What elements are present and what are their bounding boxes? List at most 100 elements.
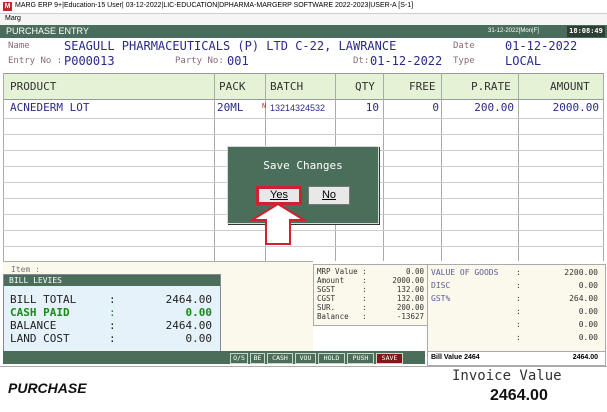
row-batch: 13214324532 <box>270 103 326 113</box>
party-no-label: Party No: <box>175 56 224 66</box>
mrp-balance-value: -13627 <box>396 312 424 321</box>
disc-label: DISC <box>431 281 451 290</box>
dt-field[interactable]: 01-12-2022 <box>370 54 442 68</box>
colon: : <box>516 268 521 277</box>
cgst-label: CGST : <box>317 294 367 303</box>
summary-panel: VALUE OF GOODS : 2200.00 DISC : 0.00 GST… <box>427 264 606 352</box>
bill-value-amount: 2464.00 <box>572 354 598 361</box>
vou-button[interactable]: VOU <box>295 353 316 364</box>
colon: : <box>109 293 116 306</box>
sur-value: 200.00 <box>396 303 424 312</box>
name-label: Name <box>8 41 30 51</box>
amount-value: 2000.00 <box>392 276 424 285</box>
bill-value-label: Bill Value 2464 <box>431 354 480 361</box>
mrp-balance-label: Balance : <box>317 312 367 321</box>
entry-no-label: Entry No : <box>8 56 63 66</box>
colon: : <box>109 319 116 332</box>
gst-label: GST% <box>431 294 451 303</box>
col-batch: BATCH <box>270 80 304 93</box>
col-pack: PACK <box>219 80 246 93</box>
type-field[interactable]: LOCAL <box>505 54 541 68</box>
colon: : <box>516 333 521 342</box>
window-title: MARG ERP 9+|Education-15 User| 03-12-202… <box>15 2 414 9</box>
action-toolbar: O/S BE CASH VOU HOLD PUSH SAVE <box>3 351 425 364</box>
entry-no-field[interactable]: P000013 <box>64 54 115 68</box>
app-logo: M <box>3 2 12 11</box>
disc-value: 0.00 <box>578 281 598 290</box>
header-bar: PURCHASE ENTRY 31-12-2022[Mon|F] 18:08:4… <box>0 25 607 38</box>
row-prate: 200.00 <box>474 101 514 114</box>
colon: : <box>109 306 116 319</box>
colon: : <box>516 320 521 329</box>
land-cost-label: LAND COST <box>10 332 70 345</box>
goods-label: VALUE OF GOODS <box>431 268 499 277</box>
dialog-title: Save Changes <box>263 159 343 172</box>
colon: : <box>516 307 521 316</box>
menu-marg[interactable]: Marg <box>5 15 21 22</box>
mrp-label: MRP Value : <box>317 267 367 276</box>
colon: : <box>516 281 521 290</box>
row-product: ACNEDERM LOT <box>10 101 90 114</box>
gst-value: 264.00 <box>569 294 598 303</box>
col-qty: QTY <box>355 80 375 93</box>
row-marker: N <box>262 102 267 110</box>
summary-row-value: 0.00 <box>578 333 598 342</box>
bill-value-bar: Bill Value 2464 2464.00 <box>427 351 606 366</box>
cash-button[interactable]: CASH <box>267 353 293 364</box>
grid-header: PRODUCT PACK BATCH QTY FREE P.RATE AMOUN… <box>3 73 604 100</box>
mrp-value: 0.00 <box>405 267 424 276</box>
party-no-field[interactable]: 001 <box>227 54 249 68</box>
save-button[interactable]: SAVE <box>376 353 403 364</box>
colon: : <box>109 332 116 345</box>
bill-levies-panel: BILL LEVIES BILL TOTAL : 2464.00 CASH PA… <box>3 274 221 353</box>
table-row[interactable]: ACNEDERM LOT 20ML N 13214324532 10 0 200… <box>4 101 603 116</box>
summary-row-value: 0.00 <box>578 307 598 316</box>
balance-label: BALANCE <box>10 319 57 332</box>
row-divider <box>3 134 604 135</box>
sur-label: SUR. : <box>317 303 367 312</box>
row-qty: 10 <box>365 101 379 114</box>
bill-total-value: 2464.00 <box>165 293 212 306</box>
date-label: Date <box>453 41 475 51</box>
type-label: Type <box>453 56 475 66</box>
balance-value: 2464.00 <box>165 319 212 332</box>
bill-total-label: BILL TOTAL <box>10 293 77 306</box>
row-pack: 20ML <box>217 101 244 114</box>
os-button[interactable]: O/S <box>230 353 248 364</box>
header-clock: 18:08:49 <box>567 26 605 37</box>
bill-levies-title: BILL LEVIES <box>9 276 62 285</box>
window-titlebar: M MARG ERP 9+|Education-15 User| 03-12-2… <box>0 0 607 14</box>
name-field[interactable]: SEAGULL PHARMACEUTICALS (P) LTD C-22, LA… <box>64 39 396 53</box>
be-button[interactable]: BE <box>250 353 265 364</box>
mode-label: PURCHASE <box>8 380 87 396</box>
row-free: 0 <box>432 101 439 114</box>
col-free: FREE <box>409 80 436 93</box>
footer: PURCHASE Invoice Value 2464.00 <box>0 366 607 412</box>
goods-value: 2200.00 <box>564 268 598 277</box>
grid-border <box>603 73 604 261</box>
col-prate: P.RATE <box>471 80 511 93</box>
cash-paid-label: CASH PAID <box>10 306 70 319</box>
invoice-value: 2464.00 <box>490 387 548 404</box>
sgst-value: 132.00 <box>396 285 424 294</box>
cash-paid-field[interactable]: 0.00 <box>134 306 213 319</box>
bill-levies-header: BILL LEVIES <box>4 275 220 286</box>
col-amount: AMOUNT <box>550 80 590 93</box>
push-button[interactable]: PUSH <box>347 353 374 364</box>
cgst-value: 132.00 <box>396 294 424 303</box>
hold-button[interactable]: HOLD <box>318 353 345 364</box>
date-field[interactable]: 01-12-2022 <box>505 39 577 53</box>
amount-label: Amount : <box>317 276 367 285</box>
page-title: PURCHASE ENTRY <box>6 26 89 36</box>
mrp-panel: MRP Value : 0.00 Amount : 2000.00 SGST :… <box>313 264 429 326</box>
dt-label: Dt: <box>353 56 370 66</box>
invoice-value-label: Invoice Value <box>452 368 562 384</box>
land-cost-value: 0.00 <box>185 332 213 345</box>
summary-row-value: 0.00 <box>578 320 598 329</box>
row-amount: 2000.00 <box>552 101 599 114</box>
col-product: PRODUCT <box>10 80 57 93</box>
no-button[interactable]: No <box>308 186 350 205</box>
colon: : <box>516 294 521 303</box>
sgst-label: SGST : <box>317 285 367 294</box>
up-arrow-icon <box>248 202 308 245</box>
